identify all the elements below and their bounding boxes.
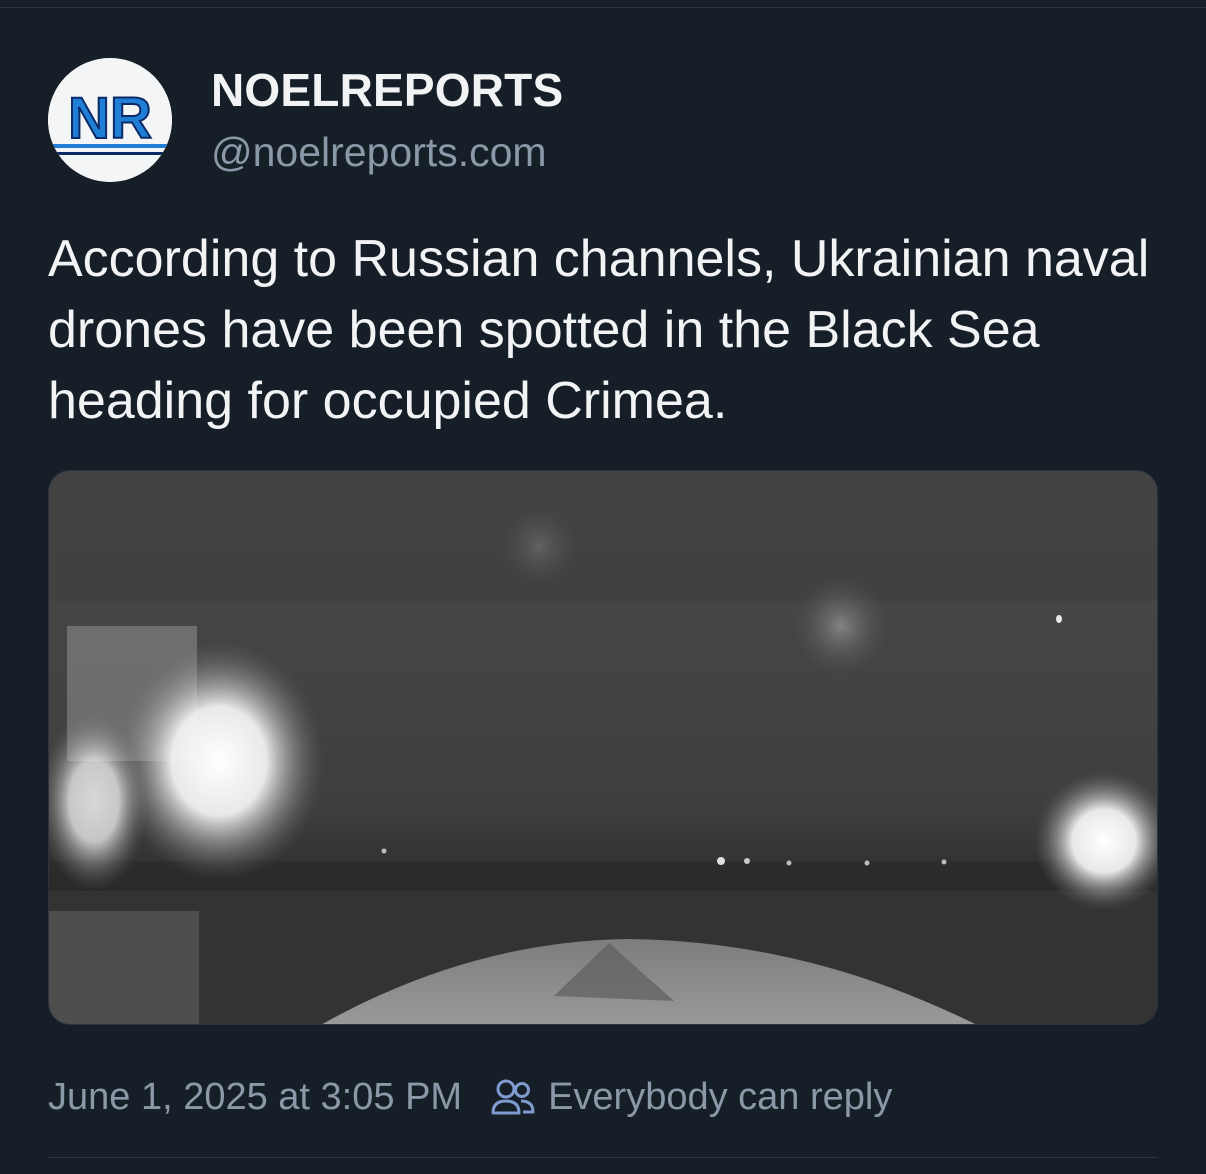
reply-setting-label: Everybody can reply xyxy=(548,1075,893,1118)
post-media-image[interactable] xyxy=(48,470,1158,1025)
people-icon xyxy=(490,1077,536,1117)
video-still-image xyxy=(49,471,1157,1024)
author-handle[interactable]: @noelreports.com xyxy=(211,124,563,180)
display-name[interactable]: NOELREPORTS xyxy=(211,62,563,118)
noelreports-logo-icon: NR xyxy=(48,58,172,182)
avatar[interactable]: NR xyxy=(48,58,172,182)
bottom-divider xyxy=(48,1157,1158,1158)
reply-setting-button[interactable]: Everybody can reply xyxy=(490,1076,892,1119)
post-thread-view: NR NOELREPORTS @noelreports.com Accordin… xyxy=(0,0,1206,1174)
post-meta: June 1, 2025 at 3:05 PM Everybody can re… xyxy=(48,1072,892,1122)
author-block[interactable]: NOELREPORTS @noelreports.com xyxy=(211,62,563,180)
avatar-text: NR xyxy=(68,86,152,151)
top-divider xyxy=(0,7,1206,8)
post-text: According to Russian channels, Ukrainian… xyxy=(48,230,1150,430)
post-timestamp[interactable]: June 1, 2025 at 3:05 PM xyxy=(48,1076,462,1119)
